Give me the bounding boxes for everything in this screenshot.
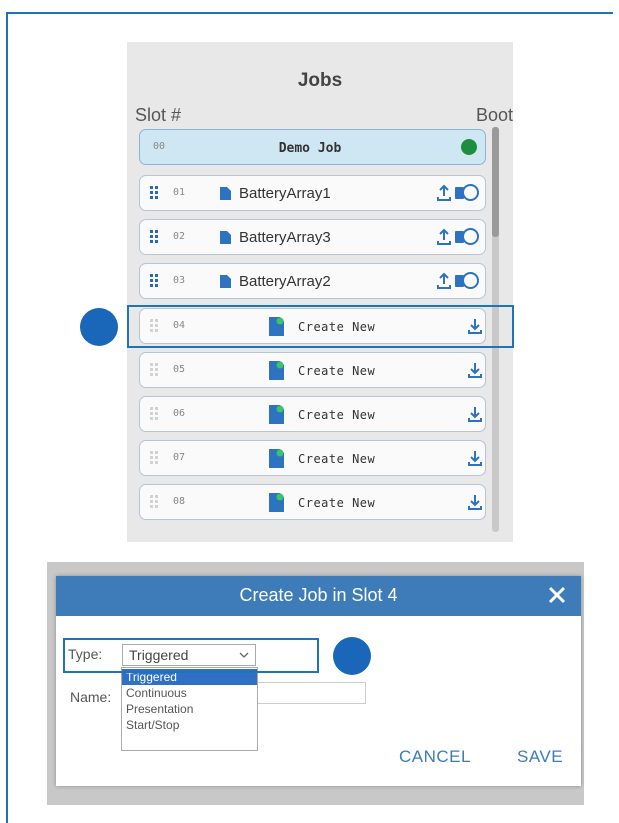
download-icon[interactable] <box>467 493 483 511</box>
empty-slot-row[interactable]: 06 Create New <box>139 396 486 432</box>
boot-select-radio[interactable] <box>462 228 479 245</box>
boot-column-header: Boot <box>475 105 513 125</box>
type-option-presentation[interactable]: Presentation <box>122 701 257 717</box>
create-job-dialog: Create Job in Slot 4 Type: Triggered Nam… <box>56 576 581 786</box>
upload-icon[interactable] <box>436 184 452 202</box>
boot-select-radio[interactable] <box>462 184 479 201</box>
jobs-panel: Jobs Slot # Boot 00 Demo Job 01 BatteryA… <box>127 42 513 542</box>
new-job-icon[interactable] <box>268 404 285 425</box>
frame-top-border <box>6 12 613 14</box>
callout-marker-1 <box>80 308 118 346</box>
upload-icon[interactable] <box>436 272 452 290</box>
empty-slot-row[interactable]: 07 Create New <box>139 440 486 476</box>
slot-number: 01 <box>173 187 186 198</box>
job-row-demo[interactable]: 00 Demo Job <box>139 129 486 165</box>
slot-number: 07 <box>173 452 186 463</box>
download-icon[interactable] <box>467 449 483 467</box>
type-option-continuous[interactable]: Continuous <box>122 685 257 701</box>
job-name[interactable]: BatteryArray3 <box>239 229 331 246</box>
job-row[interactable]: 03 BatteryArray2 <box>139 263 486 299</box>
create-new-label[interactable]: Create New <box>298 408 375 422</box>
type-option-start-stop[interactable]: Start/Stop <box>122 717 257 733</box>
create-new-label[interactable]: Create New <box>298 452 375 466</box>
empty-slot-row[interactable]: 08 Create New <box>139 484 486 520</box>
create-new-label[interactable]: Create New <box>298 364 375 378</box>
dialog-header: Create Job in Slot 4 <box>56 576 581 616</box>
jobs-title: Jobs <box>297 70 343 91</box>
document-icon <box>220 231 231 244</box>
save-button[interactable]: SAVE <box>517 747 563 767</box>
drag-handle-icon <box>150 407 162 421</box>
drag-handle-icon[interactable] <box>150 186 162 200</box>
job-name[interactable]: BatteryArray2 <box>239 273 331 290</box>
drag-handle-icon[interactable] <box>150 274 162 288</box>
close-icon[interactable] <box>545 583 569 607</box>
name-input[interactable] <box>256 682 366 704</box>
drag-handle-icon <box>150 451 162 465</box>
job-name: Demo Job <box>278 141 342 156</box>
drag-handle-icon[interactable] <box>150 230 162 244</box>
download-icon[interactable] <box>467 405 483 423</box>
document-icon <box>220 275 231 288</box>
cancel-button[interactable]: CANCEL <box>399 747 471 767</box>
slot-04-highlight-box <box>127 305 514 348</box>
slot-column-header: Slot # <box>135 105 182 125</box>
slot-number: 03 <box>173 275 186 286</box>
type-highlight-box <box>63 638 319 673</box>
slot-number: 05 <box>173 364 186 375</box>
slot-number: 02 <box>173 231 186 242</box>
new-job-icon[interactable] <box>268 448 285 469</box>
upload-icon[interactable] <box>436 228 452 246</box>
empty-slot-row[interactable]: 05 Create New <box>139 352 486 388</box>
type-dropdown-list: Triggered Continuous Presentation Start/… <box>121 667 258 751</box>
slot-number: 08 <box>173 496 186 507</box>
boot-select-radio[interactable] <box>462 272 479 289</box>
job-row[interactable]: 02 BatteryArray3 <box>139 219 486 255</box>
callout-marker-2 <box>333 637 371 675</box>
frame-left-border <box>6 12 8 823</box>
document-icon <box>220 187 231 200</box>
new-job-icon[interactable] <box>268 492 285 513</box>
dialog-title: Create Job in Slot 4 <box>239 585 398 605</box>
drag-handle-icon <box>150 495 162 509</box>
boot-active-indicator[interactable] <box>461 139 477 155</box>
scrollbar-thumb[interactable] <box>492 127 499 237</box>
drag-handle-icon <box>150 363 162 377</box>
create-new-label[interactable]: Create New <box>298 496 375 510</box>
job-row[interactable]: 01 BatteryArray1 <box>139 175 486 211</box>
name-label: Name: <box>70 689 112 705</box>
slot-number: 06 <box>173 408 186 419</box>
job-name[interactable]: BatteryArray1 <box>239 185 331 202</box>
download-icon[interactable] <box>467 361 483 379</box>
new-job-icon[interactable] <box>268 360 285 381</box>
